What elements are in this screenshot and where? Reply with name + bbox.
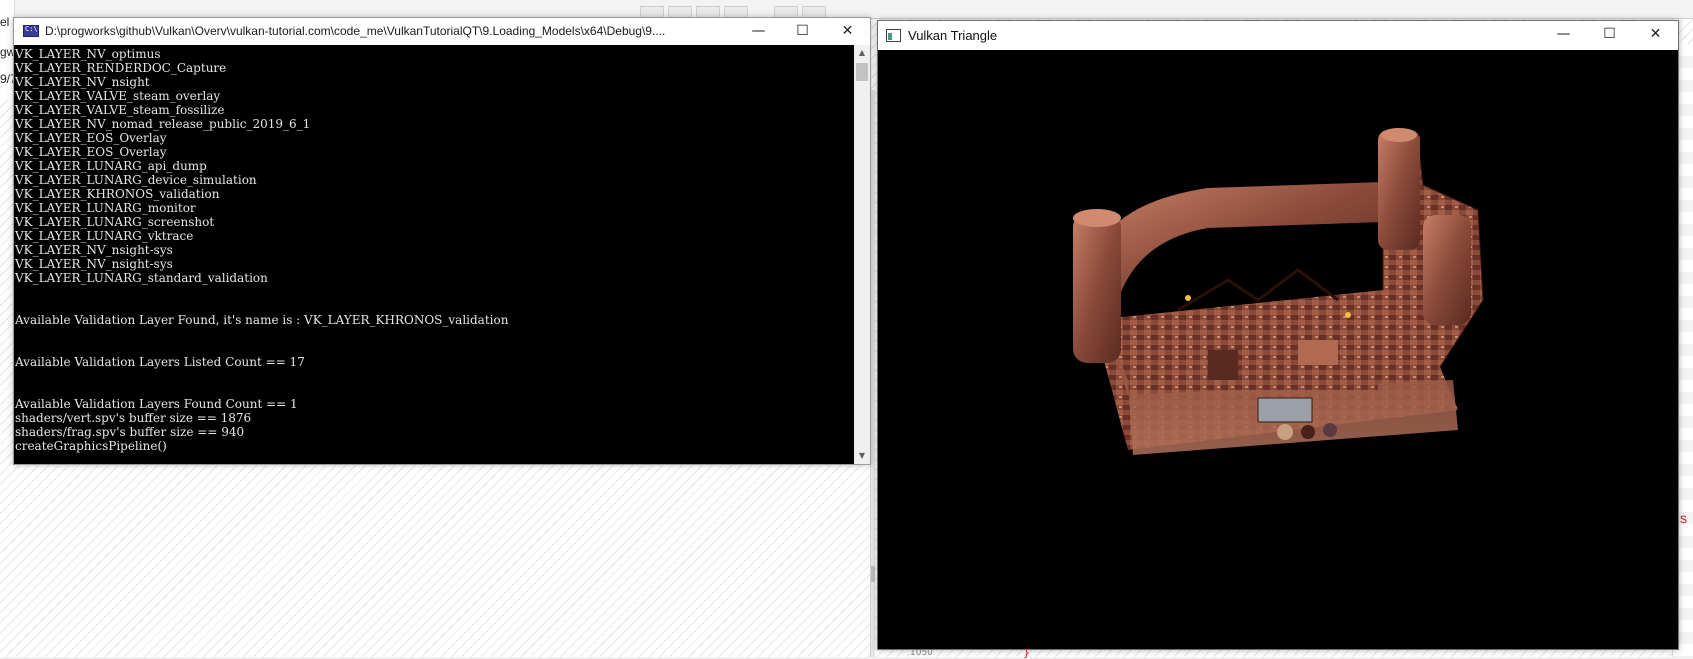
model-detail-disc	[1277, 424, 1293, 440]
console-titlebar[interactable]: D:\progworks\github\Vulkan\Overv\vulkan-…	[14, 18, 870, 45]
console-line: Available Validation Layers Found Count …	[15, 397, 298, 411]
console-line: VK_LAYER_NV_nsight-sys	[15, 257, 173, 271]
left-panel-text: el	[0, 15, 10, 29]
model-left-tower-top	[1073, 209, 1121, 227]
model-back-wall	[1103, 182, 1383, 300]
console-line: VK_LAYER_EOS_Overlay	[15, 131, 167, 145]
console-line: shaders/vert.spv's buffer size == 1876	[15, 411, 252, 425]
console-line: VK_LAYER_RENDERDOC_Capture	[15, 61, 227, 75]
scroll-up-arrow-icon[interactable]: ▲	[854, 45, 870, 61]
model-crate	[1208, 350, 1238, 380]
model-right-tower-small	[1423, 215, 1471, 325]
model-detail-disc	[1301, 425, 1315, 439]
model-interior-panel	[1257, 397, 1313, 423]
console-line: VK_LAYER_NV_optimus	[15, 47, 161, 61]
console-line: VK_LAYER_NV_nsight-sys	[15, 243, 173, 257]
maximize-button[interactable]: ☐	[1587, 21, 1632, 48]
console-line: VK_LAYER_LUNARG_standard_validation	[15, 271, 268, 285]
console-line: createGraphicsPipeline()	[15, 439, 167, 453]
console-scrollbar[interactable]: ▲ ▼	[854, 45, 870, 464]
console-line: VK_LAYER_LUNARG_monitor	[15, 201, 196, 215]
console-line: VK_LAYER_LUNARG_api_dump	[15, 159, 207, 173]
close-button[interactable]: ✕	[825, 18, 870, 45]
console-cursor	[1, 433, 7, 435]
console-line: Available Validation Layer Found, it's n…	[15, 313, 509, 327]
console-window[interactable]: D:\progworks\github\Vulkan\Overv\vulkan-…	[13, 17, 871, 465]
console-line: VK_LAYER_KHRONOS_validation	[15, 187, 220, 201]
vulkan-titlebar[interactable]: Vulkan Triangle — ☐ ✕	[878, 21, 1678, 50]
scroll-thumb[interactable]	[856, 63, 868, 81]
window-app-icon	[886, 29, 901, 42]
console-line: shaders/frag.spv's buffer size == 940	[15, 425, 245, 439]
background-red-text: s	[1680, 510, 1687, 526]
model-light	[1345, 312, 1351, 318]
console-line: VK_LAYER_LUNARG_device_simulation	[15, 173, 257, 187]
model-right-tower	[1378, 130, 1420, 250]
model-right-tower-top	[1381, 128, 1417, 142]
console-text: VK_LAYER_NV_optimus VK_LAYER_RENDERDOC_Ca…	[15, 47, 508, 453]
maximize-button[interactable]: ☐	[780, 18, 825, 45]
console-line: VK_LAYER_EOS_Overlay	[15, 145, 167, 159]
model-detail-disc	[1323, 423, 1337, 437]
model-clutter	[1168, 330, 1378, 390]
console-line: Available Validation Layers Listed Count…	[15, 355, 305, 369]
minimize-button[interactable]: —	[1541, 21, 1586, 48]
console-line: VK_LAYER_VALVE_steam_fossilize	[15, 103, 225, 117]
vulkan-window[interactable]: Vulkan Triangle — ☐ ✕	[877, 20, 1679, 650]
rendered-3d-room-model	[1073, 128, 1484, 455]
console-line: VK_LAYER_LUNARG_screenshot	[15, 215, 215, 229]
model-light	[1185, 295, 1191, 301]
console-line: VK_LAYER_VALVE_steam_overlay	[15, 89, 221, 103]
console-line: VK_LAYER_NV_nsight	[15, 75, 150, 89]
console-line: VK_LAYER_NV_nomad_release_public_2019_6_…	[15, 117, 311, 131]
splitter-grip[interactable]	[871, 566, 875, 582]
console-window-title: D:\progworks\github\Vulkan\Overv\vulkan-…	[45, 24, 666, 38]
render-viewport[interactable]	[878, 50, 1678, 649]
console-line: VK_LAYER_LUNARG_vktrace	[15, 229, 194, 243]
scroll-down-arrow-icon[interactable]: ▼	[854, 448, 870, 464]
vulkan-window-title: Vulkan Triangle	[908, 28, 998, 43]
model-crate	[1298, 340, 1338, 365]
close-button[interactable]: ✕	[1633, 21, 1678, 48]
minimize-button[interactable]: —	[736, 18, 781, 45]
console-app-icon	[23, 25, 39, 37]
console-output[interactable]: VK_LAYER_NV_optimus VK_LAYER_RENDERDOC_Ca…	[14, 45, 854, 464]
model-left-tower	[1073, 213, 1121, 363]
